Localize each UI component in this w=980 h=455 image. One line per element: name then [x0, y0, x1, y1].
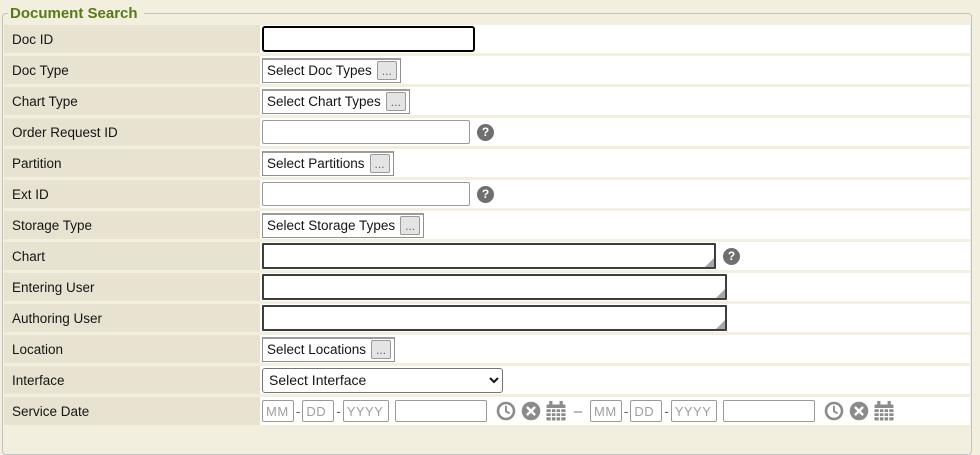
date-separator: - — [664, 404, 668, 419]
resize-handle-icon[interactable] — [716, 320, 725, 329]
field-label-ext-id: Ext ID — [4, 180, 260, 208]
location-browse-button[interactable]: ... — [371, 340, 391, 359]
entering-user-textarea[interactable] — [262, 274, 727, 300]
field-area-location: Select Locations ... — [260, 335, 970, 363]
calendar-icon[interactable] — [546, 401, 566, 421]
partition-browse-button[interactable]: ... — [370, 154, 390, 173]
field-area-interface: Select Interface — [260, 366, 970, 394]
help-icon[interactable]: ? — [477, 186, 494, 203]
authoring-user-textarea-wrap — [262, 305, 727, 331]
form-row-chart-type: Chart Type Select Chart Types ... — [4, 87, 970, 115]
storage-type-multiselect[interactable]: Select Storage Types ... — [262, 213, 424, 238]
service-date-from-time-input[interactable] — [395, 400, 487, 422]
field-label-storage-type: Storage Type — [4, 211, 260, 239]
field-area-order-request-id: ? — [260, 118, 970, 146]
field-area-authoring-user — [260, 304, 970, 332]
date-range-separator: – — [574, 403, 582, 420]
resize-handle-icon[interactable] — [705, 258, 714, 267]
field-label-doc-id: Doc ID — [4, 25, 260, 53]
form-row-chart: Chart ? — [4, 242, 970, 270]
resize-handle-icon[interactable] — [716, 289, 725, 298]
field-area-chart: ? — [260, 242, 970, 270]
field-area-doc-type: Select Doc Types ... — [260, 56, 970, 84]
service-date-to-year-input[interactable] — [671, 400, 717, 422]
field-label-chart: Chart — [4, 242, 260, 270]
clock-icon[interactable] — [496, 401, 516, 421]
document-search-section: Document Search Doc ID Doc Type Select D… — [2, 5, 972, 455]
storage-type-multiselect-label: Select Storage Types — [267, 218, 395, 233]
form-row-partition: Partition Select Partitions ... — [4, 149, 970, 177]
field-label-service-date: Service Date — [4, 397, 260, 425]
interface-select[interactable]: Select Interface — [262, 368, 503, 393]
section-title: Document Search — [8, 5, 144, 22]
clear-icon[interactable] — [521, 401, 541, 421]
field-label-order-request-id: Order Request ID — [4, 118, 260, 146]
service-date-from-month-input[interactable] — [262, 400, 294, 422]
partition-multiselect-label: Select Partitions — [267, 156, 365, 171]
chart-type-browse-button[interactable]: ... — [386, 92, 406, 111]
clock-icon[interactable] — [824, 401, 844, 421]
form-row-service-date: Service Date - - — [4, 397, 970, 425]
field-label-entering-user: Entering User — [4, 273, 260, 301]
form-row-entering-user: Entering User — [4, 273, 970, 301]
form-row-storage-type: Storage Type Select Storage Types ... — [4, 211, 970, 239]
form-row-doc-type: Doc Type Select Doc Types ... — [4, 56, 970, 84]
partition-multiselect[interactable]: Select Partitions ... — [262, 151, 394, 176]
field-label-doc-type: Doc Type — [4, 56, 260, 84]
doc-type-browse-button[interactable]: ... — [377, 61, 397, 80]
entering-user-textarea-wrap — [262, 274, 727, 300]
field-area-ext-id: ? — [260, 180, 970, 208]
service-date-from-group: - - — [262, 400, 566, 422]
help-icon[interactable]: ? — [723, 248, 740, 265]
chart-textarea-wrap — [262, 243, 716, 269]
clear-icon[interactable] — [849, 401, 869, 421]
field-label-chart-type: Chart Type — [4, 87, 260, 115]
order-request-id-input[interactable] — [262, 120, 470, 144]
calendar-icon[interactable] — [874, 401, 894, 421]
form-row-interface: Interface Select Interface — [4, 366, 970, 394]
date-separator: - — [296, 404, 300, 419]
date-separator: - — [336, 404, 340, 419]
field-area-entering-user — [260, 273, 970, 301]
form-row-doc-id: Doc ID — [4, 25, 970, 53]
field-label-partition: Partition — [4, 149, 260, 177]
doc-type-multiselect[interactable]: Select Doc Types ... — [262, 58, 401, 83]
authoring-user-textarea[interactable] — [262, 305, 727, 331]
service-date-to-group: - - — [590, 400, 894, 422]
form-row-ext-id: Ext ID ? — [4, 180, 970, 208]
form-row-authoring-user: Authoring User — [4, 304, 970, 332]
doc-id-input[interactable] — [262, 26, 475, 52]
service-date-to-month-input[interactable] — [590, 400, 622, 422]
form-row-location: Location Select Locations ... — [4, 335, 970, 363]
field-area-doc-id — [260, 25, 970, 53]
help-icon[interactable]: ? — [477, 124, 494, 141]
storage-type-browse-button[interactable]: ... — [400, 216, 420, 235]
location-multiselect[interactable]: Select Locations ... — [262, 337, 395, 362]
chart-type-multiselect-label: Select Chart Types — [267, 94, 381, 109]
service-date-to-time-input[interactable] — [723, 400, 815, 422]
field-label-authoring-user: Authoring User — [4, 304, 260, 332]
chart-type-multiselect[interactable]: Select Chart Types ... — [262, 89, 410, 114]
service-date-from-year-input[interactable] — [343, 400, 389, 422]
ext-id-input[interactable] — [262, 182, 470, 206]
field-area-storage-type: Select Storage Types ... — [260, 211, 970, 239]
service-date-from-day-input[interactable] — [302, 400, 334, 422]
field-area-partition: Select Partitions ... — [260, 149, 970, 177]
date-separator: - — [624, 404, 628, 419]
field-label-location: Location — [4, 335, 260, 363]
field-area-chart-type: Select Chart Types ... — [260, 87, 970, 115]
form-row-order-request-id: Order Request ID ? — [4, 118, 970, 146]
doc-type-multiselect-label: Select Doc Types — [267, 63, 372, 78]
service-date-to-day-input[interactable] — [630, 400, 662, 422]
field-area-service-date: - - — [260, 397, 970, 425]
location-multiselect-label: Select Locations — [267, 342, 366, 357]
chart-textarea[interactable] — [262, 243, 716, 269]
field-label-interface: Interface — [4, 366, 260, 394]
